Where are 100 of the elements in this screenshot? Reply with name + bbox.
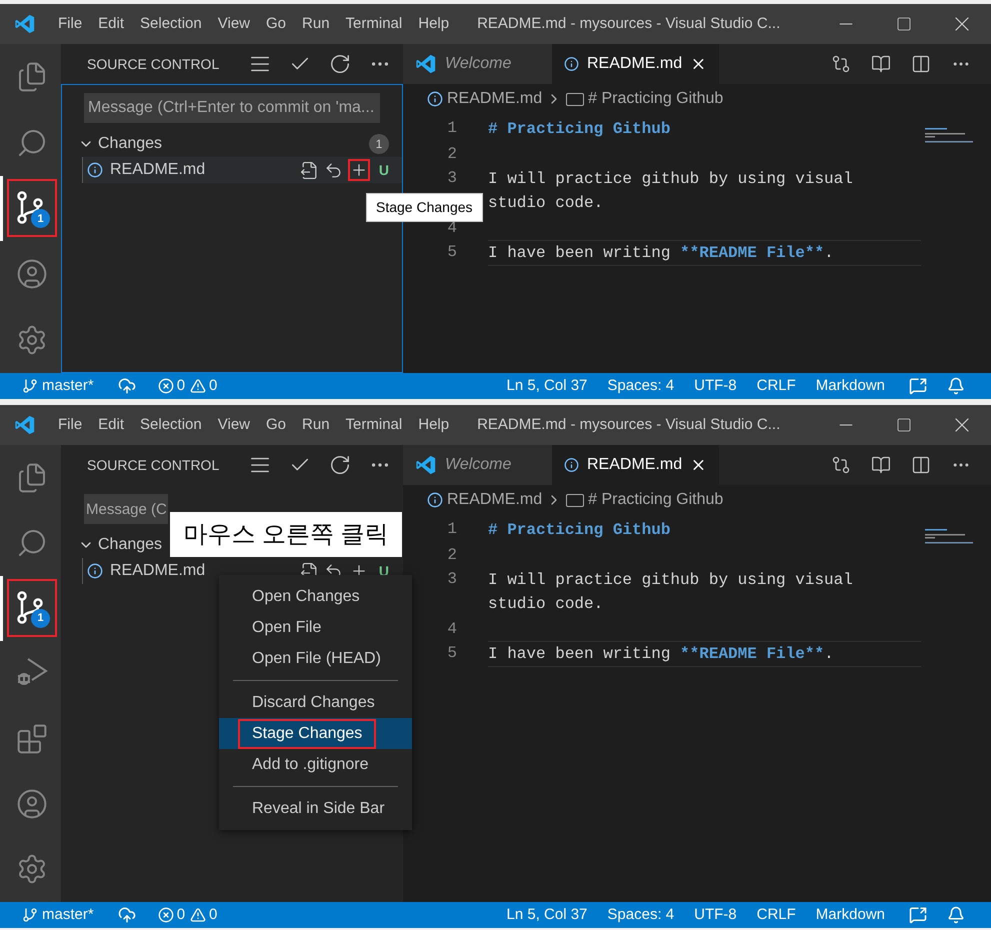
menu-option[interactable]: Open File — [219, 612, 412, 643]
info-icon — [564, 56, 579, 72]
menu-item[interactable]: Selection — [132, 12, 210, 36]
window-title: README.md - mysources - Visual Studio C... — [477, 14, 780, 34]
menu-item[interactable]: Run — [294, 414, 338, 436]
menu-option[interactable]: Discard Changes — [219, 687, 412, 718]
error-count[interactable]: 0 — [176, 374, 186, 398]
editor-tab[interactable]: README.md — [552, 445, 719, 485]
error-count[interactable]: 0 — [176, 904, 186, 926]
bell-icon[interactable] — [947, 906, 965, 924]
status-item[interactable]: CRLF — [756, 904, 796, 926]
status-item[interactable]: UTF-8 — [694, 374, 737, 398]
warning-count[interactable]: 0 — [209, 374, 218, 398]
menu-option[interactable]: Open Changes — [219, 581, 412, 612]
highlight-frame: Reveal in Side Bar — [238, 794, 399, 824]
publish-icon[interactable] — [118, 377, 136, 395]
menu-item[interactable]: Edit — [90, 12, 132, 36]
window-title: README.md - mysources - Visual Studio C... — [477, 414, 780, 435]
line-number: 2 — [446, 545, 457, 566]
status-item[interactable]: Markdown — [816, 374, 885, 398]
breadcrumb-item[interactable]: README.md — [447, 87, 542, 111]
stage-icon[interactable] — [348, 159, 370, 181]
status-item[interactable]: CRLF — [756, 374, 796, 398]
status-item[interactable]: UTF-8 — [694, 904, 737, 926]
tooltip: Stage Changes — [366, 193, 483, 222]
minimap-drawing — [925, 529, 975, 545]
info-icon — [427, 91, 443, 107]
files-icon — [16, 462, 48, 494]
highlight-frame: Open File (HEAD) — [238, 644, 395, 674]
highlight-frame: Open File — [238, 612, 336, 642]
status-item[interactable]: Ln 5, Col 37 — [506, 904, 588, 926]
changes-group-label[interactable]: Changes — [98, 533, 162, 557]
breadcrumb-item[interactable]: README.md — [447, 488, 542, 512]
compare-icon[interactable] — [831, 54, 851, 74]
menu-item[interactable]: Go — [258, 414, 294, 436]
file-name: README.md — [110, 160, 206, 180]
preview-icon[interactable] — [871, 455, 891, 475]
line-number: 3 — [446, 168, 457, 189]
commit-message-field[interactable]: Message (C — [84, 494, 168, 524]
status-item[interactable]: Spaces: 4 — [607, 374, 674, 398]
menu-item[interactable]: Help — [410, 414, 458, 436]
menu-item[interactable]: Terminal — [338, 12, 410, 36]
menu-option[interactable]: Open File (HEAD) — [219, 643, 412, 674]
menu-item[interactable]: Go — [258, 12, 294, 36]
error-icon — [158, 378, 174, 394]
compare-icon[interactable] — [831, 455, 851, 475]
open-file-icon[interactable] — [300, 160, 319, 180]
split-editor-icon[interactable] — [911, 54, 931, 74]
refresh-icon[interactable] — [329, 53, 351, 75]
menu-item[interactable]: Selection — [132, 414, 210, 436]
app-logo-icon — [14, 414, 36, 436]
bell-icon[interactable] — [947, 377, 965, 395]
code-text: # Practicing Github — [488, 521, 670, 539]
menu-option[interactable]: Add to .gitignore — [219, 749, 412, 780]
panel-title: SOURCE CONTROL — [87, 54, 220, 74]
branch-name[interactable]: master* — [42, 904, 94, 926]
menu-item[interactable]: Help — [410, 12, 458, 36]
annotation-label: 마우스 오른쪽 클릭 — [170, 512, 402, 557]
code-text: I have been writing — [488, 244, 672, 262]
feedback-icon[interactable] — [909, 377, 927, 395]
feedback-icon[interactable] — [909, 906, 927, 924]
commit-message-field[interactable]: Message (Ctrl+Enter to commit on 'ma... — [84, 93, 380, 123]
publish-icon[interactable] — [118, 906, 136, 924]
menu-option[interactable]: Stage Changes — [219, 718, 412, 749]
maximize-icon[interactable] — [896, 16, 912, 32]
menu-item[interactable]: Edit — [90, 414, 132, 436]
account-icon — [16, 258, 48, 290]
maximize-icon[interactable] — [896, 417, 912, 433]
line-number: 3 — [446, 569, 457, 590]
editor-tab[interactable]: Welcome — [403, 44, 552, 84]
code-text: **README File** — [680, 645, 824, 663]
code-text: . — [824, 244, 834, 262]
highlight-frame: Discard Changes — [238, 688, 389, 718]
changes-group-label[interactable]: Changes — [98, 132, 162, 156]
breadcrumb-item[interactable]: # Practicing Github — [588, 488, 724, 512]
split-editor-icon[interactable] — [911, 455, 931, 475]
editor-tab[interactable]: README.md — [552, 44, 719, 84]
breadcrumb-item[interactable]: # Practicing Github — [588, 87, 724, 111]
menu-item[interactable]: View — [210, 414, 258, 436]
preview-icon[interactable] — [871, 54, 891, 74]
status-item[interactable]: Spaces: 4 — [607, 904, 674, 926]
warning-count[interactable]: 0 — [209, 904, 218, 926]
status-item[interactable]: Markdown — [816, 904, 885, 926]
panel-title: SOURCE CONTROL — [87, 456, 220, 474]
warning-icon — [190, 907, 206, 923]
refresh-icon[interactable] — [329, 454, 351, 476]
info-icon — [87, 563, 103, 579]
file-row[interactable]: README.md U — [82, 157, 402, 183]
menu-item[interactable]: Run — [294, 12, 338, 36]
menu-item[interactable]: File — [50, 12, 90, 36]
menu-item[interactable]: Terminal — [338, 414, 410, 436]
info-icon — [87, 162, 103, 178]
discard-icon[interactable] — [324, 160, 343, 180]
menu-item[interactable]: View — [210, 12, 258, 36]
menu-option[interactable]: Reveal in Side Bar — [219, 793, 412, 824]
editor-tab[interactable]: Welcome — [403, 445, 552, 485]
branch-name[interactable]: master* — [42, 374, 94, 398]
status-item[interactable]: Ln 5, Col 37 — [506, 374, 588, 398]
app-logo-icon — [14, 13, 36, 35]
menu-item[interactable]: File — [50, 414, 90, 436]
